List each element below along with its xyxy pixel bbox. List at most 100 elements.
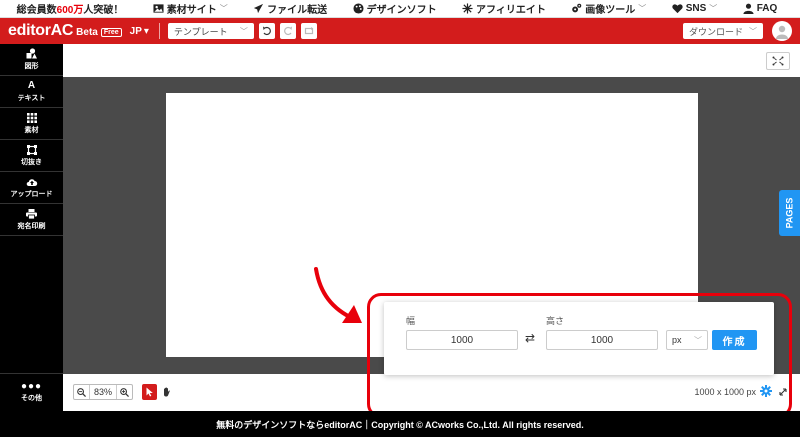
nav-item-affiliate[interactable]: アフィリエイト bbox=[462, 1, 546, 16]
sidebar-item-label: テキスト bbox=[17, 94, 46, 102]
zoom-value: 83% bbox=[93, 387, 112, 397]
zoom-out-button[interactable] bbox=[74, 385, 89, 399]
height-value: 1000 bbox=[590, 334, 614, 346]
promo-suffix: 人突破！ bbox=[83, 5, 124, 16]
unit-select[interactable]: px ﹀ bbox=[666, 330, 708, 350]
pan-tool-button[interactable] bbox=[159, 384, 174, 400]
work-area: PAGES 幅 高さ 1000 ⇄ 1000 px ﹀ 作成 83% 1000 … bbox=[63, 44, 800, 411]
pages-tab-label: PAGES bbox=[784, 197, 795, 229]
zoom-out-icon bbox=[77, 387, 86, 397]
site-nav: 素材サイト ﹀ ファイル転送 デザインソフト アフィリエイト 画像ツール ﹀ SNS… bbox=[140, 1, 800, 16]
footer: 無料のデザインソフトならeditorAC｜Copyright © ACworks… bbox=[0, 411, 800, 437]
crop-icon bbox=[26, 144, 37, 155]
fit-view-button[interactable] bbox=[766, 52, 790, 70]
more-dots-icon: ●●● bbox=[20, 380, 43, 392]
height-label: 高さ bbox=[546, 316, 565, 326]
width-value: 1000 bbox=[450, 334, 474, 346]
create-button[interactable]: 作成 bbox=[712, 330, 757, 350]
repeat-icon bbox=[304, 27, 314, 35]
language-label: JP bbox=[129, 25, 142, 37]
brand-name: editorAC bbox=[8, 22, 74, 39]
top-nav-bar: 総会員数600万人突破！ 素材サイト ﹀ ファイル転送 デザインソフト アフィリエ… bbox=[0, 0, 800, 18]
nav-label: ファイル転送 bbox=[267, 5, 328, 16]
sidebar-item-crop[interactable]: 切抜き bbox=[0, 140, 63, 172]
nav-item-sns[interactable]: SNS ﹀ bbox=[672, 3, 718, 14]
user-question-icon bbox=[743, 3, 754, 14]
nav-item-image-tools[interactable]: 画像ツール ﹀ bbox=[571, 1, 646, 16]
template-dropdown[interactable]: テンプレート ﹀ bbox=[167, 23, 254, 39]
sidebar-item-label: 図形 bbox=[24, 63, 39, 70]
editor-header: editorAC Beta Free JP ▾ テンプレート ﹀ ダウンロード … bbox=[0, 18, 800, 44]
height-input[interactable]: 1000 bbox=[546, 330, 658, 350]
cloud-upload-icon bbox=[26, 178, 37, 186]
sidebar-item-address-print[interactable]: 宛名印刷 bbox=[0, 204, 63, 236]
sidebar-item-shapes[interactable]: 図形 bbox=[0, 44, 63, 76]
download-label: ダウンロード bbox=[689, 26, 744, 37]
promo-prefix: 総会員数 bbox=[16, 5, 57, 16]
nav-item-faq[interactable]: FAQ bbox=[743, 3, 778, 14]
chevron-down-icon: ﹀ bbox=[239, 26, 248, 36]
sidebar-item-label: アップロード bbox=[10, 190, 53, 198]
chevron-down-icon: ﹀ bbox=[219, 4, 228, 13]
member-count-promo: 総会員数600万人突破！ bbox=[0, 1, 140, 16]
sidebar-item-label: 切抜き bbox=[21, 158, 42, 166]
sidebar-item-label: 素材 bbox=[24, 126, 39, 134]
cursor-icon bbox=[146, 387, 153, 397]
grid-icon bbox=[26, 112, 37, 123]
zoom-in-button[interactable] bbox=[117, 385, 132, 399]
create-label: 作成 bbox=[722, 336, 747, 348]
shapes-icon bbox=[26, 48, 37, 59]
logo[interactable]: editorAC Beta Free bbox=[8, 22, 122, 40]
language-selector[interactable]: JP ▾ bbox=[130, 26, 149, 37]
avatar[interactable] bbox=[772, 21, 792, 41]
caret-down-icon: ▾ bbox=[143, 25, 149, 37]
free-badge: Free bbox=[100, 28, 122, 37]
resize-arrow-icon[interactable] bbox=[778, 387, 788, 397]
chevron-down-icon: ﹀ bbox=[749, 26, 757, 36]
redo-icon bbox=[283, 26, 292, 36]
redo-button[interactable] bbox=[279, 23, 296, 39]
sidebar-item-upload[interactable]: アップロード bbox=[0, 172, 63, 204]
sidebar-item-label: その他 bbox=[21, 394, 42, 402]
width-input[interactable]: 1000 bbox=[406, 330, 518, 350]
repeat-button[interactable] bbox=[300, 23, 317, 39]
gears-icon bbox=[572, 3, 582, 13]
swap-dimensions-icon[interactable]: ⇄ bbox=[525, 331, 535, 345]
nav-label: 素材サイト bbox=[166, 5, 217, 16]
sidebar-item-text[interactable]: A テキスト bbox=[0, 76, 63, 108]
sidebar-item-more[interactable]: ●●● その他 bbox=[0, 373, 63, 411]
nav-item-materials[interactable]: 素材サイト ﹀ bbox=[153, 1, 228, 16]
printer-icon bbox=[26, 208, 37, 219]
gear-icon[interactable] bbox=[760, 385, 772, 397]
chevron-down-icon: ﹀ bbox=[709, 4, 718, 13]
nav-label: 画像ツール bbox=[585, 5, 636, 16]
width-label: 幅 bbox=[406, 316, 416, 326]
chevron-down-icon: ﹀ bbox=[638, 4, 647, 13]
canvas-size-panel: 幅 高さ 1000 ⇄ 1000 px ﹀ 作成 bbox=[384, 302, 774, 375]
beta-label: Beta bbox=[76, 27, 98, 38]
heart-icon bbox=[672, 4, 683, 14]
zoom-level: 83% bbox=[89, 385, 117, 399]
header-divider bbox=[158, 23, 160, 39]
download-dropdown[interactable]: ダウンロード ﹀ bbox=[683, 23, 763, 39]
editor-page: 総会員数600万人突破！ 素材サイト ﹀ ファイル転送 デザインソフト アフィリエ… bbox=[0, 0, 800, 437]
expand-icon bbox=[772, 56, 784, 66]
nav-item-design-soft[interactable]: デザインソフト bbox=[353, 1, 437, 16]
nav-item-file-transfer[interactable]: ファイル転送 bbox=[253, 1, 327, 16]
spark-icon bbox=[462, 3, 473, 14]
nav-label: SNS bbox=[685, 3, 707, 14]
undo-icon bbox=[262, 26, 271, 36]
sidebar-item-materials[interactable]: 素材 bbox=[0, 108, 63, 140]
undo-button[interactable] bbox=[258, 23, 275, 39]
nav-label: FAQ bbox=[756, 3, 778, 14]
zoom-controls: 83% bbox=[73, 384, 133, 400]
template-label: テンプレート bbox=[173, 26, 228, 37]
select-tool-button[interactable] bbox=[142, 384, 157, 400]
pages-tab[interactable]: PAGES bbox=[779, 190, 800, 236]
nav-label: デザインソフト bbox=[366, 5, 437, 16]
footer-text: 無料のデザインソフトならeditorAC｜Copyright © ACworks… bbox=[216, 419, 584, 430]
chevron-down-icon: ﹀ bbox=[694, 335, 702, 345]
canvas-size-readout: 1000 x 1000 px bbox=[694, 387, 756, 397]
nav-label: アフィリエイト bbox=[476, 5, 546, 16]
hand-icon bbox=[163, 387, 170, 397]
